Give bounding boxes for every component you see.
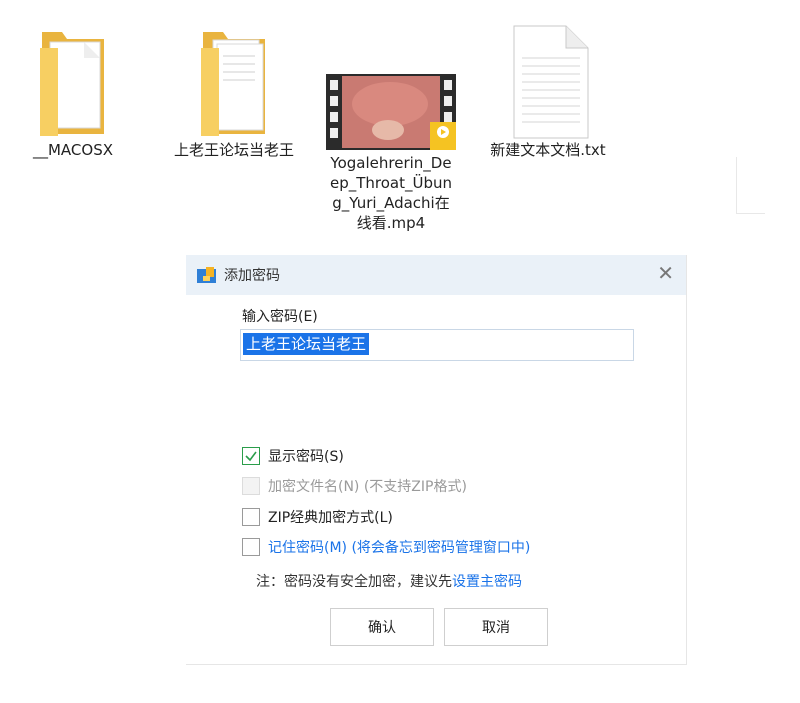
note-text: 注：密码没有安全加密，建议先 [256,574,452,590]
folder-icon [40,32,104,136]
add-password-dialog: 添加密码 ✕ 输入密码(E) 上老王论坛当老王 显示密码(S) 加密文件名(N)… [186,255,687,665]
file-label: 新建文本文档.txt [490,141,606,159]
set-master-password-link[interactable]: 设置主密码 [452,574,522,590]
remember-password-label: 记住密码(M) (将会备忘到密码管理窗口中) [268,540,531,556]
file-txt[interactable]: 新建文本文档.txt [478,22,618,160]
file-label: 上老王论坛当老王 [173,141,294,159]
file-label: __MACOSX [32,141,114,159]
password-input[interactable]: 上老王论坛当老王 [240,329,634,361]
checkmark-icon [245,451,257,462]
password-label: 输入密码(E) [242,309,318,325]
archive-app-icon [197,267,216,283]
show-password-label: 显示密码(S) [268,449,344,465]
zip-classic-label: ZIP经典加密方式(L) [268,510,393,526]
encrypt-filenames-checkbox [242,477,260,495]
folder-icon [201,32,265,136]
ok-button[interactable]: 确认 [330,608,434,646]
cancel-button[interactable]: 取消 [444,608,548,646]
remember-password-checkbox[interactable] [242,538,260,556]
show-password-checkbox[interactable] [242,447,260,465]
video-thumbnail-icon [326,74,456,150]
file-label: Yogalehrerin_Deep_Throat_Übung_Yuri_Adac… [329,154,453,232]
dialog-title: 添加密码 [224,268,280,284]
close-icon[interactable]: ✕ [657,261,674,285]
dialog-titlebar: 添加密码 ✕ [186,255,686,295]
encrypt-filenames-label: 加密文件名(N) (不支持ZIP格式) [268,479,467,495]
file-video[interactable]: Yogalehrerin_Deep_Throat_Übung_Yuri_Adac… [326,74,456,233]
file-macosx[interactable]: __MACOSX [18,22,128,160]
file-folder-2[interactable]: 上老王论坛当老王 [172,22,296,160]
text-file-icon [513,25,589,139]
security-note: 注：密码没有安全加密，建议先设置主密码 [256,571,522,591]
password-value: 上老王论坛当老王 [243,333,370,355]
zip-classic-checkbox[interactable] [242,508,260,526]
partial-window-edge [736,157,765,214]
